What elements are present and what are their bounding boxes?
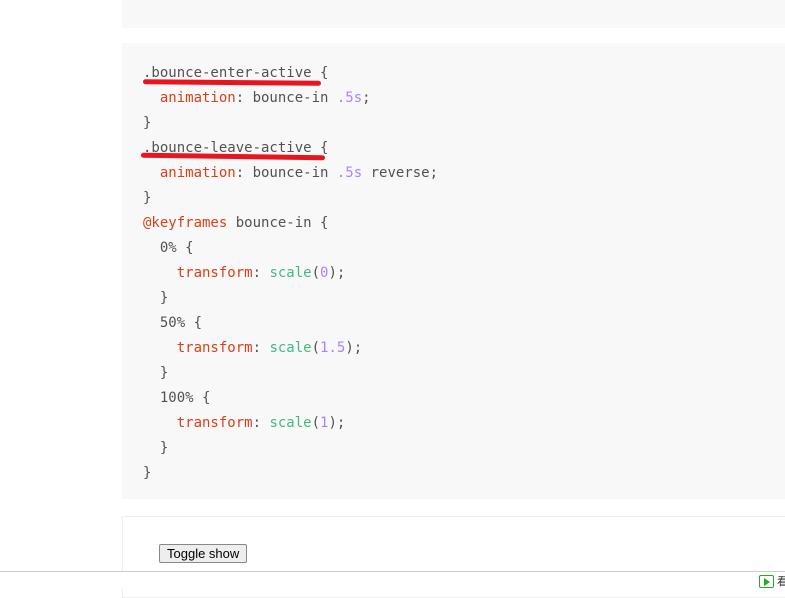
code-token: } <box>143 290 169 306</box>
code-token: scale <box>269 340 312 356</box>
code-token: ( <box>311 340 321 356</box>
code-token: 0% { <box>143 240 194 256</box>
code-token: } <box>143 440 169 456</box>
code-token: animation <box>159 90 236 106</box>
code-token: ); <box>328 415 346 431</box>
code-token: ( <box>311 415 321 431</box>
code-token: 50% { <box>143 315 203 331</box>
code-token: : <box>252 265 270 281</box>
code-line: } <box>143 436 438 461</box>
code-token: ); <box>328 265 346 281</box>
code-line: @keyframes bounce-in { <box>143 211 438 236</box>
code-token: transform <box>176 265 253 281</box>
status-bar: 看 <box>0 571 785 588</box>
code-token: @keyframes <box>143 215 228 231</box>
play-icon[interactable] <box>759 575 774 588</box>
code-token: ); <box>345 340 363 356</box>
code-token: animation <box>159 165 236 181</box>
previous-code-block: }) <box>122 0 785 28</box>
code-line: transform: scale(1.5); <box>143 336 438 361</box>
code-line: transform: scale(1); <box>143 411 438 436</box>
code-token: scale <box>269 415 312 431</box>
code-token: .5s <box>336 165 363 181</box>
code-token: : <box>252 340 270 356</box>
code-line: } <box>143 286 438 311</box>
code-line: 50% { <box>143 311 438 336</box>
code-token: : bounce-in <box>235 90 337 106</box>
code-token: ( <box>311 265 321 281</box>
code-token: } <box>143 115 152 131</box>
code-line: animation: bounce-in .5s reverse; <box>143 161 438 186</box>
code-token: transform <box>176 340 253 356</box>
code-token: } <box>143 465 152 481</box>
code-line: } <box>143 186 438 211</box>
code-line: } <box>143 111 438 136</box>
code-token: 1.5 <box>320 340 346 356</box>
code-token: reverse; <box>362 165 439 181</box>
code-token: : bounce-in <box>235 165 337 181</box>
code-token: scale <box>269 265 312 281</box>
code-line: } <box>143 461 438 486</box>
code-line: } <box>143 361 438 386</box>
code-lines: .bounce-enter-active { animation: bounce… <box>143 61 438 486</box>
toggle-show-button[interactable]: Toggle show <box>159 544 248 563</box>
code-token: transform <box>176 415 253 431</box>
code-token: .5s <box>336 90 363 106</box>
code-token: } <box>143 365 169 381</box>
code-token: 100% { <box>143 390 211 406</box>
code-line: transform: scale(0); <box>143 261 438 286</box>
code-line: 100% { <box>143 386 438 411</box>
code-token: ; <box>362 90 371 106</box>
code-token: : <box>252 415 270 431</box>
css-code-block: .bounce-enter-active { animation: bounce… <box>122 43 785 499</box>
code-line: 0% { <box>143 236 438 261</box>
code-line: animation: bounce-in .5s; <box>143 86 438 111</box>
code-token: bounce-in { <box>227 215 329 231</box>
code-token: } <box>143 190 152 206</box>
